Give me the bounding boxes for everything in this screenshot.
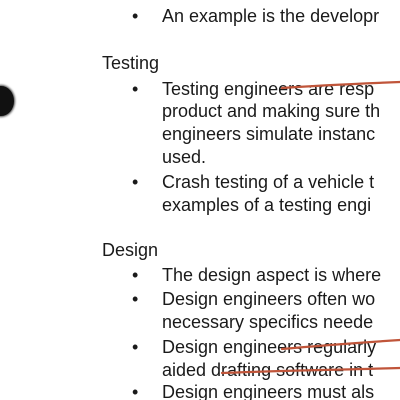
annotation-marks xyxy=(220,80,400,375)
strike-through-mark xyxy=(220,366,400,375)
document-page: • An example is the developr Testing • T… xyxy=(0,0,400,400)
strike-through-mark xyxy=(280,338,400,351)
strike-through-mark xyxy=(280,80,400,90)
